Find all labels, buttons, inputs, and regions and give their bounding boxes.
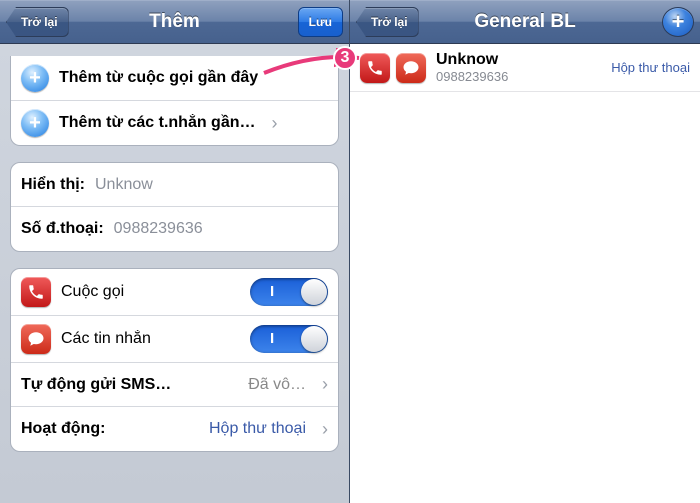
blocklist-row[interactable]: Unknow 0988239636 Hộp thư thoại	[350, 44, 700, 92]
back-button[interactable]: Trở lại	[356, 7, 419, 37]
phone-value: 0988239636	[114, 220, 328, 238]
activity-value: Hộp thư thoại	[115, 420, 306, 438]
entry-number: 0988239636	[436, 69, 508, 84]
plus-icon: +	[21, 109, 49, 137]
entry-name: Unknow	[436, 51, 508, 69]
auto-sms-label: Tự động gửi SMS…	[21, 376, 171, 394]
block-calls-row: Cuộc gọi I	[11, 269, 338, 316]
display-value: Unknow	[95, 176, 328, 194]
annotation-step-badge: 3	[333, 46, 357, 70]
message-icon	[396, 53, 426, 83]
phone-icon	[360, 53, 390, 83]
blocklist-pane: Trở lại General BL + Unknow 0988239636 H…	[350, 0, 700, 503]
chevron-right-icon: ›	[322, 419, 328, 440]
chevron-right-icon: ›	[272, 113, 278, 134]
phone-icon	[21, 277, 51, 307]
chevron-right-icon: ›	[322, 374, 328, 395]
left-navbar: Trở lại Thêm Lưu	[0, 0, 349, 44]
page-title: Thêm	[149, 11, 200, 33]
block-calls-label: Cuộc gọi	[61, 283, 124, 301]
fields-group: Hiển thị: Unknow Số đ.thoại: 0988239636	[10, 162, 339, 252]
display-label: Hiển thị:	[21, 176, 85, 194]
entry-info: Unknow 0988239636	[436, 51, 508, 84]
block-calls-toggle[interactable]: I	[250, 278, 328, 306]
add-from-group: + Thêm từ cuộc gọi gần đây + Thêm từ các…	[10, 56, 339, 146]
right-body: Unknow 0988239636 Hộp thư thoại	[350, 44, 700, 503]
block-messages-row: Các tin nhắn I	[11, 316, 338, 363]
add-from-calls-label: Thêm từ cuộc gọi gần đây	[59, 69, 258, 87]
right-navbar: Trở lại General BL +	[350, 0, 700, 44]
back-button[interactable]: Trở lại	[6, 7, 69, 37]
page-title: General BL	[474, 11, 575, 33]
add-from-messages-label: Thêm từ các t.nhắn gần…	[59, 114, 256, 132]
block-messages-toggle[interactable]: I	[250, 325, 328, 353]
save-button[interactable]: Lưu	[298, 7, 343, 37]
add-contact-pane: Trở lại Thêm Lưu + Thêm từ cuộc gọi gần …	[0, 0, 350, 503]
left-body: + Thêm từ cuộc gọi gần đây + Thêm từ các…	[0, 44, 349, 503]
add-from-calls-row[interactable]: + Thêm từ cuộc gọi gần đây	[11, 56, 338, 101]
block-messages-label: Các tin nhắn	[61, 330, 151, 348]
plus-icon: +	[21, 64, 49, 92]
add-from-messages-row[interactable]: + Thêm từ các t.nhắn gần… ›	[11, 101, 338, 145]
phone-row[interactable]: Số đ.thoại: 0988239636	[11, 207, 338, 251]
activity-label: Hoạt động:	[21, 420, 105, 438]
message-icon	[21, 324, 51, 354]
options-group: Cuộc gọi I Các tin nhắn I Tự động gửi SM…	[10, 268, 339, 452]
auto-sms-row[interactable]: Tự động gửi SMS… Đã vô… ›	[11, 363, 338, 407]
entry-detail: Hộp thư thoại	[611, 60, 690, 75]
add-button[interactable]: +	[662, 7, 694, 37]
activity-row[interactable]: Hoạt động: Hộp thư thoại ›	[11, 407, 338, 451]
display-name-row[interactable]: Hiển thị: Unknow	[11, 163, 338, 207]
auto-sms-value: Đã vô…	[181, 376, 306, 394]
phone-label: Số đ.thoại:	[21, 220, 104, 238]
